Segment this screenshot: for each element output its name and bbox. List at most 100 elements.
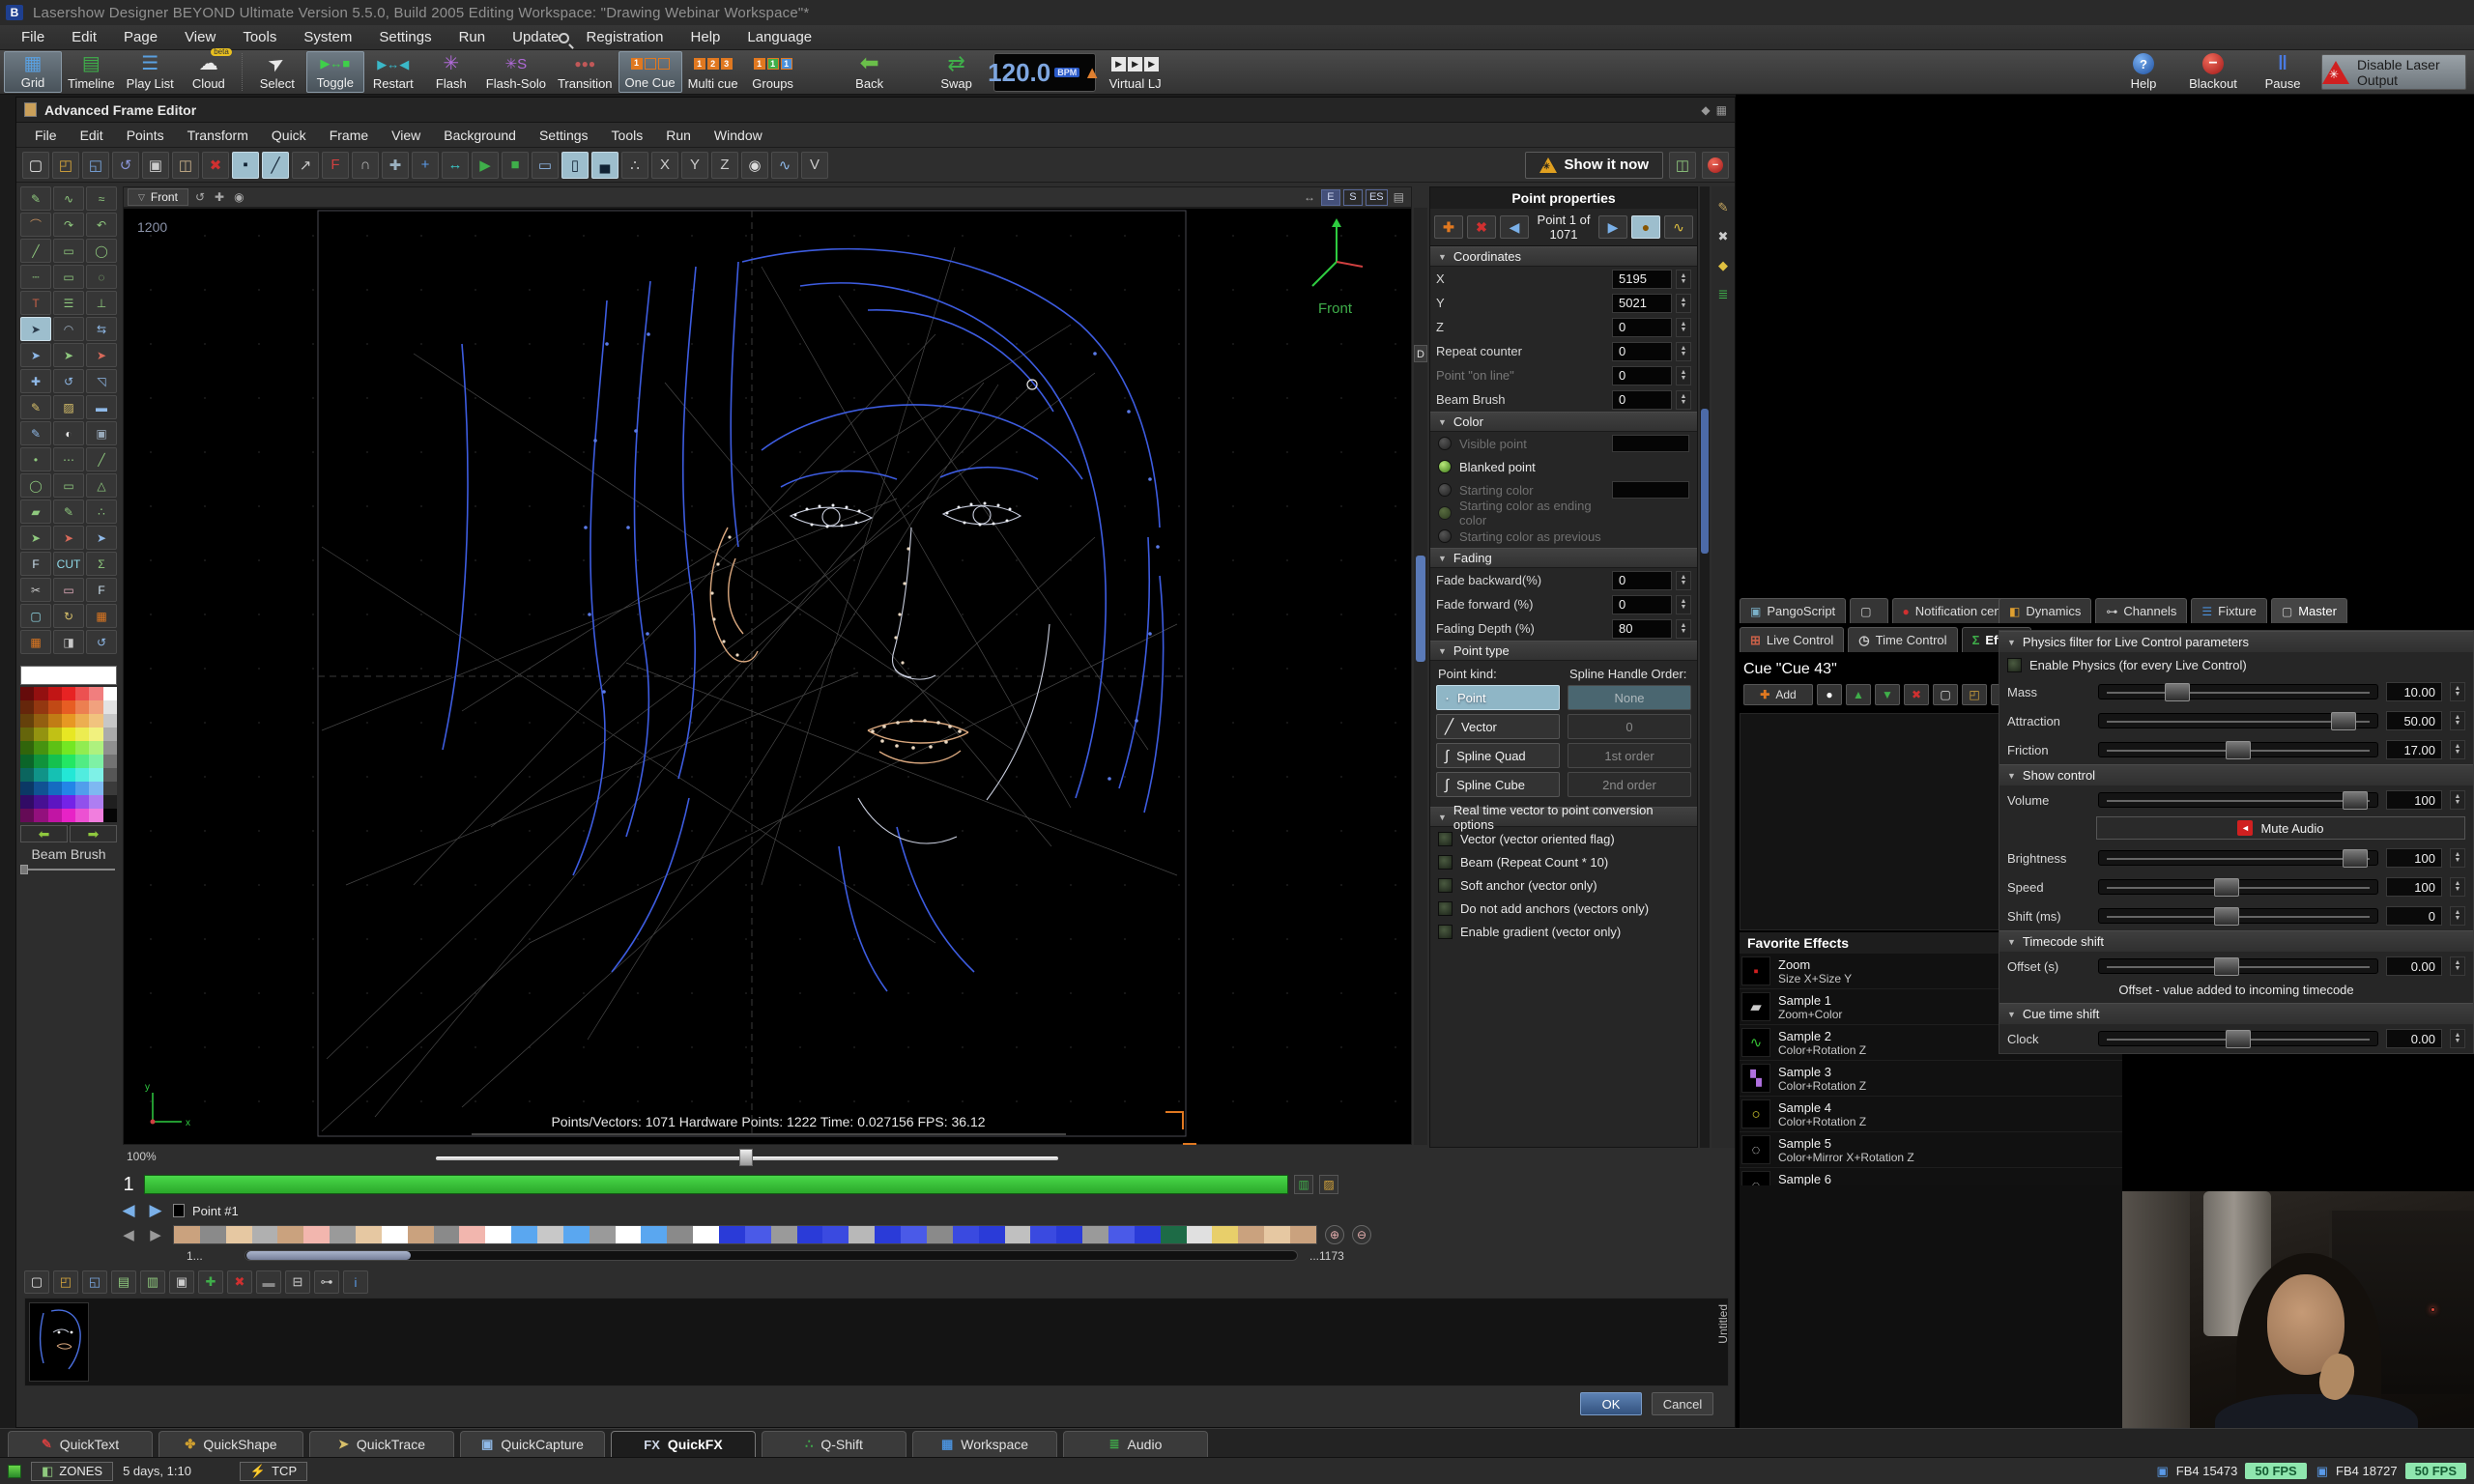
palette-color[interactable] [48, 741, 62, 755]
playlist-button[interactable]: ☰Play List [121, 51, 180, 93]
palette-color[interactable] [89, 714, 102, 728]
section-realtime[interactable]: ▼Real time vector to point conversion op… [1430, 807, 1697, 827]
palette-color[interactable] [75, 755, 89, 768]
bpm-display[interactable]: 120.0 BPM ▲ [993, 53, 1096, 92]
palette-color[interactable] [62, 782, 75, 795]
palette-color[interactable] [34, 755, 47, 768]
props-scrollbar[interactable] [1700, 186, 1710, 1148]
info-icon[interactable]: i [343, 1270, 368, 1294]
stop-icon[interactable]: ■ [502, 152, 529, 179]
value-input[interactable]: 0 [1612, 366, 1672, 385]
current-color-swatch[interactable] [20, 666, 117, 685]
palette-color[interactable] [75, 728, 89, 741]
palette-color[interactable] [20, 714, 34, 728]
strip-scrollbar-handle[interactable] [246, 1251, 411, 1260]
palette-color[interactable] [48, 809, 62, 822]
point-kind-button[interactable]: ∫Spline Quad [1436, 743, 1560, 768]
flash-solo-button[interactable]: ✳SFlash-Solo [480, 51, 552, 93]
palette-color[interactable] [48, 768, 62, 782]
spinner[interactable]: ▲▼ [2450, 956, 2465, 976]
palette-color[interactable] [34, 741, 47, 755]
open-icon[interactable]: ◰ [52, 152, 79, 179]
spinner[interactable]: ▲▼ [1676, 342, 1691, 361]
menu-item[interactable]: Edit [60, 27, 108, 47]
add-point-tool[interactable]: ➤ [20, 526, 51, 550]
cue-time-shift-header[interactable]: ▼Cue time shift [1999, 1003, 2473, 1024]
select-all-tool[interactable]: ➤ [20, 343, 51, 367]
menu-item[interactable]: Language [735, 27, 823, 47]
spinner[interactable]: ▲▼ [2450, 682, 2465, 701]
enable-physics-checkbox[interactable] [2007, 658, 2022, 672]
add-effect-button[interactable]: ✚Add [1743, 684, 1813, 705]
palette-next-button[interactable]: ➡ [70, 825, 117, 842]
folder-icon[interactable]: ◰ [1962, 684, 1987, 705]
key-icon[interactable]: ⊶ [314, 1270, 339, 1294]
slider-value[interactable]: 50.00 [2386, 711, 2442, 730]
path-icon[interactable]: ∿ [771, 152, 798, 179]
add-icon[interactable]: ✚ [198, 1270, 223, 1294]
e-toggle-button[interactable]: E [1321, 189, 1340, 206]
panel-left-icon[interactable]: ▯ [561, 152, 589, 179]
menu-item[interactable]: Registration [574, 27, 675, 47]
fill-tool[interactable]: ▰ [20, 499, 51, 524]
palette-color[interactable] [89, 782, 102, 795]
editor-menu-item[interactable]: Transform [177, 126, 259, 145]
film-icon[interactable]: ▤ [111, 1270, 136, 1294]
editor-menu-item[interactable]: Window [704, 126, 773, 145]
checkbox-led[interactable] [1438, 901, 1453, 916]
palette-color[interactable] [62, 755, 75, 768]
palette-color[interactable] [34, 700, 47, 714]
spray-tool[interactable]: ▨ [53, 395, 84, 419]
palette-color[interactable] [89, 768, 102, 782]
transition-button[interactable]: ●●●Transition [552, 51, 618, 93]
checkbox-led[interactable] [1438, 925, 1453, 939]
snap-icon[interactable]: F [322, 152, 349, 179]
beam-brush-slider[interactable] [20, 865, 117, 874]
crosshair-icon[interactable]: + [412, 152, 439, 179]
zoom-out-strip-icon[interactable]: ⊖ [1352, 1225, 1371, 1244]
bend-tool[interactable]: ➤ [86, 526, 117, 550]
slider-track[interactable] [2098, 684, 2378, 699]
add-point-button[interactable]: ✚ [1434, 215, 1463, 239]
play-icon[interactable]: ▶ [472, 152, 499, 179]
arc-tool[interactable]: ⌒ [20, 213, 51, 237]
palette-color[interactable] [89, 795, 102, 809]
slider-track[interactable] [2098, 958, 2378, 974]
palette-gray[interactable] [103, 795, 117, 809]
rotate-view-icon[interactable]: ↺ [192, 190, 208, 204]
swap-button[interactable]: ⇄Swap [928, 51, 986, 93]
next-point-button[interactable]: ▶ [1598, 215, 1627, 239]
prev-frame-button[interactable]: ◀ [119, 1201, 138, 1220]
toggle-button[interactable]: ▶↔■Toggle [306, 51, 364, 93]
panel-bottom-icon[interactable]: ▄ [591, 152, 618, 179]
color-swatch[interactable] [1612, 435, 1689, 452]
palette-color[interactable] [48, 687, 62, 700]
cloud-button[interactable]: ☁betaCloud [180, 51, 238, 93]
image-tool[interactable]: ▣ [86, 421, 117, 445]
cut-tool[interactable]: CUT [53, 552, 84, 576]
editor-blackout-button[interactable]: − [1702, 152, 1729, 179]
point-color-swatch[interactable] [173, 1204, 185, 1217]
contrast-tool[interactable]: ◐ [53, 421, 84, 445]
spinner[interactable]: ▲▼ [1676, 390, 1691, 410]
slider-track[interactable] [2098, 879, 2378, 895]
polygon-tool[interactable]: △ [86, 473, 117, 498]
favorite-effect-item[interactable]: ▚ Sample 3Color+Rotation Z [1740, 1061, 2122, 1097]
lock-z-icon[interactable]: Z [711, 152, 738, 179]
show-it-now-button[interactable]: ✳Show it now [1525, 152, 1664, 179]
film-copy-icon[interactable]: ▥ [140, 1270, 165, 1294]
palette-color[interactable] [89, 728, 102, 741]
marquee-tool[interactable]: ▢ [20, 604, 51, 628]
palette-gray[interactable] [103, 741, 117, 755]
pencil-tool[interactable]: ✎ [20, 186, 51, 211]
layers-button[interactable]: ◫ [1669, 152, 1696, 179]
palette-color[interactable] [34, 809, 47, 822]
palette-color[interactable] [48, 795, 62, 809]
frame-thumbnail[interactable] [29, 1302, 89, 1382]
slider-track[interactable] [2098, 1031, 2378, 1046]
value-input[interactable]: 0 [1612, 390, 1672, 410]
transform-tool[interactable]: ↻ [53, 604, 84, 628]
palette-color[interactable] [48, 714, 62, 728]
add-select-tool[interactable]: ➤ [53, 343, 84, 367]
remove-select-tool[interactable]: ➤ [86, 343, 117, 367]
